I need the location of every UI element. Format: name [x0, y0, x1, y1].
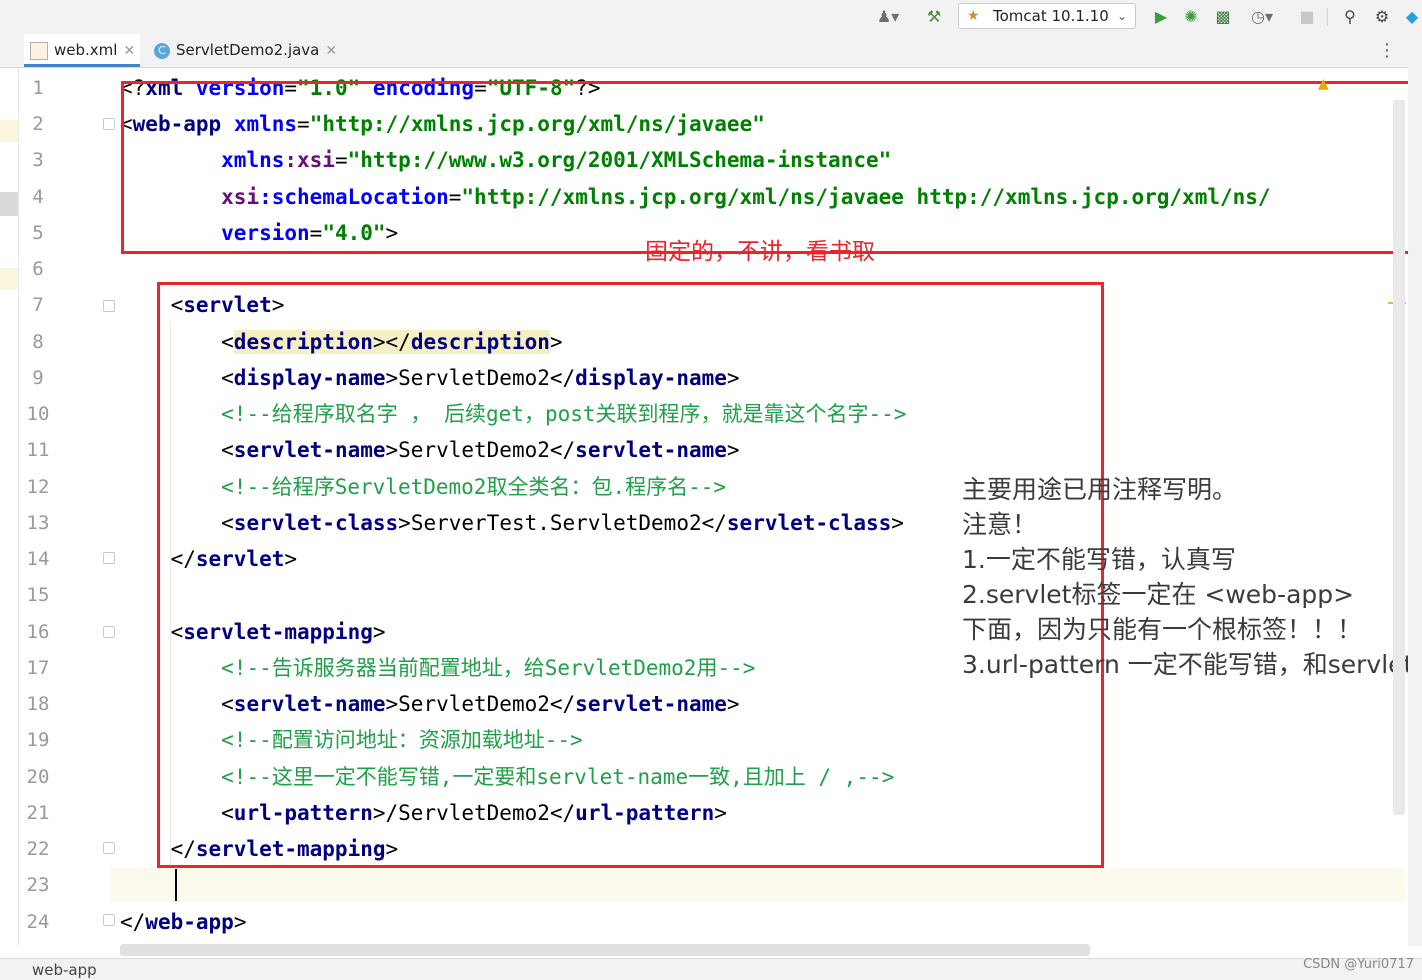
annotation-note-line: 注意！ [962, 510, 1038, 539]
tomcat-icon: ★ [967, 8, 980, 24]
fold-marker-icon[interactable] [103, 118, 115, 130]
more-options-icon[interactable]: ⋮ [1378, 34, 1396, 67]
warning-icon[interactable]: ▲ [1318, 76, 1329, 92]
run-configuration-selector[interactable]: ★ Tomcat 10.1.10 ⌄ [958, 3, 1136, 29]
line-number: 20 [26, 766, 50, 788]
text-caret [175, 869, 177, 901]
line-number: 24 [26, 911, 50, 933]
vertical-scrollbar[interactable] [1393, 100, 1405, 815]
java-class-icon: C [154, 42, 170, 59]
fold-marker-icon[interactable] [103, 300, 115, 312]
line-number: 13 [26, 512, 50, 534]
line-number: 19 [26, 729, 50, 751]
line-number: 3 [32, 149, 44, 171]
line-number: 15 [26, 584, 50, 606]
line-number: 22 [26, 838, 50, 860]
user-icon[interactable]: ♟▾ [870, 6, 906, 28]
annotation-note-line: 3.url-pattern 一定不能写错，和servlet- [962, 650, 1422, 679]
line-number: 9 [32, 367, 44, 389]
settings-icon[interactable]: ⚙ [1370, 6, 1394, 28]
line-number: 7 [32, 294, 44, 316]
watermark: CSDN @Yuri0717 [1303, 957, 1414, 972]
line-number: 18 [26, 693, 50, 715]
tab-label: web.xml [54, 41, 118, 59]
horizontal-scrollbar[interactable] [120, 944, 1090, 956]
status-bar: web-app [0, 958, 1422, 980]
debug-icon[interactable]: ✺ [1180, 6, 1202, 28]
line-number: 8 [32, 331, 44, 353]
line-number: 1 [32, 77, 44, 99]
main-toolbar: ♟▾ ⚒ ★ Tomcat 10.1.10 ⌄ ▶ ✺ ▩ ◷▾ ■ ⚲ ⚙ ◆ [0, 0, 1422, 34]
breadcrumb[interactable]: web-app [32, 961, 97, 979]
line-number: 2 [32, 113, 44, 135]
tab-label: ServletDemo2.java [176, 41, 320, 59]
left-tool-strip [0, 68, 19, 946]
line-number: 17 [26, 657, 50, 679]
tab-web-xml[interactable]: web.xml ✕ [24, 34, 140, 67]
fold-marker-icon[interactable] [103, 552, 115, 564]
line-number: 23 [26, 874, 50, 896]
annotation-box-header [121, 81, 1420, 254]
search-icon[interactable]: ⚲ [1338, 6, 1362, 28]
profile-icon[interactable]: ◷▾ [1244, 6, 1280, 28]
line-number: 14 [26, 548, 50, 570]
line-number: 4 [32, 186, 44, 208]
annotation-note-line: 1.一定不能写错，认真写 [962, 545, 1236, 574]
fold-marker-icon[interactable] [103, 842, 115, 854]
line-number: 12 [26, 476, 50, 498]
toolbox-icon[interactable]: ◆ [1402, 6, 1422, 28]
run-icon[interactable]: ▶ [1150, 6, 1172, 28]
annotation-note-line: 下面，因为只能有一个根标签！！！ [962, 615, 1363, 644]
editor-tab-bar: web.xml ✕ C ServletDemo2.java ✕ ⋮ [0, 34, 1422, 68]
right-tool-strip [1408, 34, 1422, 946]
xml-file-icon [30, 41, 48, 60]
close-icon[interactable]: ✕ [325, 43, 337, 59]
line-number: 5 [32, 222, 44, 244]
code-line-24: </web-app> [120, 910, 247, 934]
line-number: 21 [26, 802, 50, 824]
annotation-note-line: 2.servlet标签一定在 <web-app> [962, 580, 1355, 609]
line-number: 6 [32, 258, 44, 280]
fold-marker-icon[interactable] [103, 626, 115, 638]
line-number: 11 [26, 439, 50, 461]
run-configuration-label: Tomcat 10.1.10 [993, 7, 1109, 25]
stop-icon[interactable]: ■ [1296, 6, 1318, 28]
line-number: 16 [26, 621, 50, 643]
annotation-notes: 主要用途已用注释写明。 注意！ 1.一定不能写错，认真写 2.servlet标签… [962, 470, 1422, 690]
annotation-red-note: 固定的，不讲，看书取 [645, 239, 875, 265]
coverage-icon[interactable]: ▩ [1212, 6, 1234, 28]
current-line-highlight [110, 868, 1405, 902]
line-number: 10 [26, 403, 50, 425]
toolbar-separator [1327, 8, 1328, 26]
fold-marker-icon[interactable] [103, 914, 115, 926]
close-icon[interactable]: ✕ [123, 43, 135, 59]
tab-servletdemo2-java[interactable]: C ServletDemo2.java ✕ [150, 34, 344, 67]
build-hammer-icon[interactable]: ⚒ [922, 6, 946, 28]
annotation-note-line: 主要用途已用注释写明。 [962, 475, 1238, 504]
chevron-down-icon: ⌄ [1116, 9, 1127, 23]
